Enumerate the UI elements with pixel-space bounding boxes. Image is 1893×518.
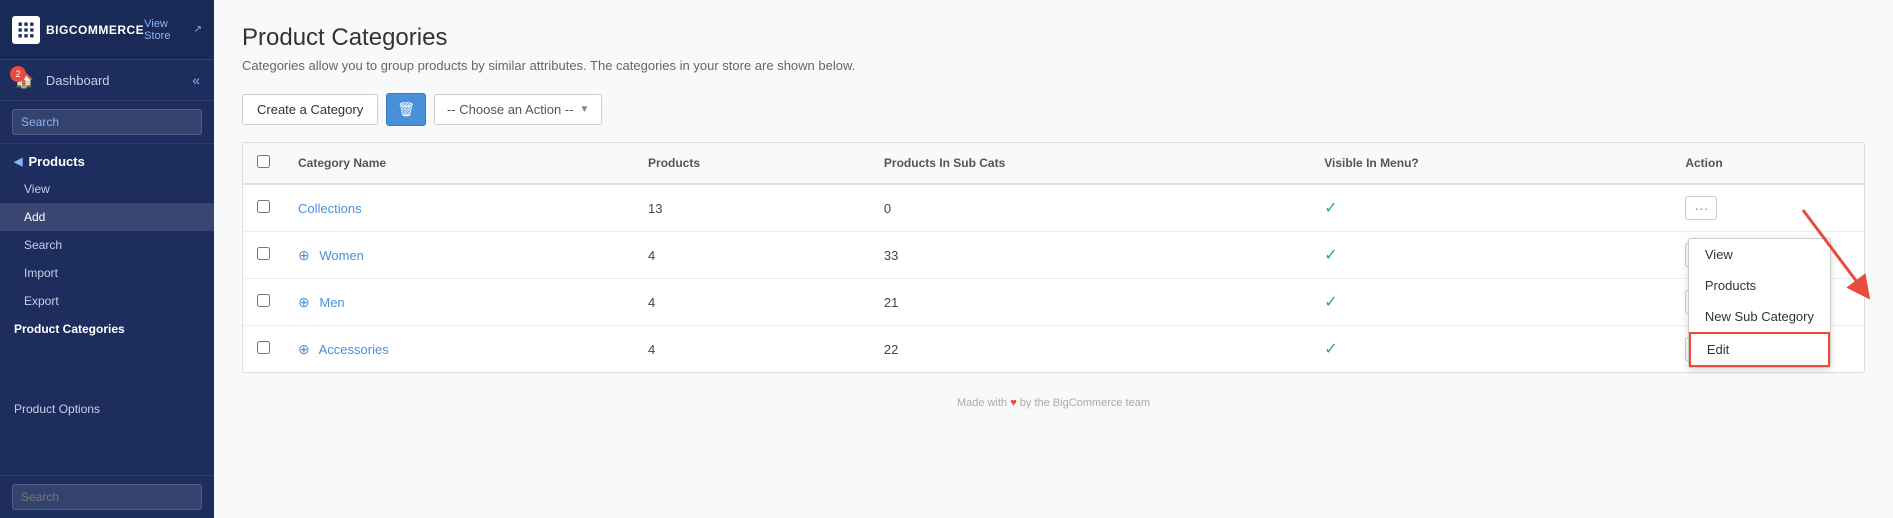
check-icon: ✓ (1324, 341, 1337, 358)
row-sub-cats: 0 (870, 184, 1310, 232)
row-category-name: ⊕ Accessories (284, 326, 634, 373)
row-products: 13 (634, 184, 870, 232)
sidebar-item-add[interactable]: Add (0, 203, 214, 231)
header-products: Products (634, 143, 870, 184)
row-visible: ✓ (1310, 232, 1671, 279)
dashboard-label[interactable]: Dashboard (46, 73, 110, 88)
products-arrow-icon: ◀ (14, 155, 22, 168)
table-row: ⊕ Accessories 4 22 ✓ ··· (243, 326, 1864, 373)
row-products: 4 (634, 326, 870, 373)
table-row: ⊕ Women 4 33 ✓ ··· (243, 232, 1864, 279)
row-visible: ✓ (1310, 184, 1671, 232)
table-row: ⊕ Men 4 21 ✓ ··· (243, 279, 1864, 326)
footer-text: Made with ♥ by the BigCommerce team (957, 397, 1150, 409)
page-subtitle: Categories allow you to group products b… (242, 58, 1865, 73)
dashboard-left: 🏠 2 Dashboard (14, 70, 110, 90)
row-category-name: ⊕ Men (284, 279, 634, 326)
view-store-link[interactable]: View Store ↗ (144, 18, 202, 42)
row-category-name: Collections (284, 184, 634, 232)
row-action-button[interactable]: ··· (1685, 196, 1717, 220)
row-checkbox-cell (243, 232, 284, 279)
dropdown-arrow-icon: ▼ (579, 104, 589, 115)
action-dropdown-menu: View Products New Sub Category Edit (1688, 238, 1831, 368)
categories-table-container: Category Name Products Products In Sub C… (242, 142, 1865, 373)
collapse-icon[interactable]: « (192, 72, 200, 88)
sidebar: BIGCOMMERCE View Store ↗ 🏠 2 Dashboard «… (0, 0, 214, 518)
row-checkbox-cell (243, 326, 284, 373)
row-products: 4 (634, 232, 870, 279)
brand-logo: BIGCOMMERCE (12, 16, 144, 44)
main-content: Product Categories Categories allow you … (214, 0, 1893, 518)
check-icon: ✓ (1324, 200, 1337, 217)
notification-badge-wrap: 🏠 2 (14, 70, 34, 90)
row-checkbox-cell (243, 279, 284, 326)
row-checkbox[interactable] (257, 247, 270, 260)
category-link[interactable]: Accessories (319, 342, 389, 357)
row-sub-cats: 33 (870, 232, 1310, 279)
row-checkbox-cell (243, 184, 284, 232)
header-products-sub-cats: Products In Sub Cats (870, 143, 1310, 184)
heart-icon: ♥ (1010, 397, 1017, 409)
footer: Made with ♥ by the BigCommerce team (242, 389, 1865, 409)
header-checkbox-cell (243, 143, 284, 184)
table-header-row: Category Name Products Products In Sub C… (243, 143, 1864, 184)
row-sub-cats: 21 (870, 279, 1310, 326)
header-action: Action (1671, 143, 1864, 184)
row-action: ··· (1671, 184, 1864, 232)
sidebar-header: BIGCOMMERCE View Store ↗ (0, 0, 214, 60)
choose-action-dropdown[interactable]: -- Choose an Action -- ▼ (434, 94, 602, 125)
sidebar-item-product-options[interactable]: Product Options (0, 395, 214, 423)
check-icon: ✓ (1324, 294, 1337, 311)
header-category-name: Category Name (284, 143, 634, 184)
expand-icon[interactable]: ⊕ (298, 294, 310, 310)
select-all-checkbox[interactable] (257, 155, 270, 168)
delete-button[interactable]: 🗑 (386, 93, 426, 126)
logo-icon (12, 16, 40, 44)
expand-icon[interactable]: ⊕ (298, 341, 310, 357)
table-row: Collections 13 0 ✓ ··· (243, 184, 1864, 232)
sidebar-item-view[interactable]: View (0, 175, 214, 203)
dropdown-item-products[interactable]: Products (1689, 270, 1830, 301)
external-link-icon: ↗ (194, 24, 202, 35)
sidebar-search-top (0, 101, 214, 144)
products-label: Products (28, 154, 84, 169)
dropdown-item-edit[interactable]: Edit (1689, 332, 1830, 367)
search-input-top[interactable] (12, 109, 202, 135)
sidebar-item-search[interactable]: Search (0, 231, 214, 259)
sidebar-item-export[interactable]: Export (0, 287, 214, 315)
expand-icon[interactable]: ⊕ (298, 247, 310, 263)
row-checkbox[interactable] (257, 341, 270, 354)
categories-table: Category Name Products Products In Sub C… (243, 143, 1864, 372)
products-section-header[interactable]: ◀ Products (0, 144, 214, 175)
trash-icon: 🗑 (397, 101, 415, 117)
category-link[interactable]: Collections (298, 201, 362, 216)
dropdown-item-new-sub-category[interactable]: New Sub Category (1689, 301, 1830, 332)
row-category-name: ⊕ Women (284, 232, 634, 279)
create-category-button[interactable]: Create a Category (242, 94, 378, 125)
row-checkbox[interactable] (257, 294, 270, 307)
row-visible: ✓ (1310, 326, 1671, 373)
notification-badge: 2 (10, 66, 26, 82)
dashboard-section: 🏠 2 Dashboard « (0, 60, 214, 101)
sidebar-search-bottom (0, 475, 214, 518)
category-link[interactable]: Men (319, 295, 344, 310)
sidebar-item-product-categories[interactable]: Product Categories (0, 315, 214, 343)
sidebar-item-import[interactable]: Import (0, 259, 214, 287)
toolbar: Create a Category 🗑 -- Choose an Action … (242, 93, 1865, 126)
search-input-bottom[interactable] (12, 484, 202, 510)
dropdown-item-view[interactable]: View (1689, 239, 1830, 270)
category-link[interactable]: Women (319, 248, 364, 263)
header-visible-in-menu: Visible In Menu? (1310, 143, 1671, 184)
brand-name: BIGCOMMERCE (46, 23, 144, 37)
page-title: Product Categories (242, 24, 1865, 52)
row-products: 4 (634, 279, 870, 326)
row-sub-cats: 22 (870, 326, 1310, 373)
row-visible: ✓ (1310, 279, 1671, 326)
check-icon: ✓ (1324, 247, 1337, 264)
row-checkbox[interactable] (257, 200, 270, 213)
